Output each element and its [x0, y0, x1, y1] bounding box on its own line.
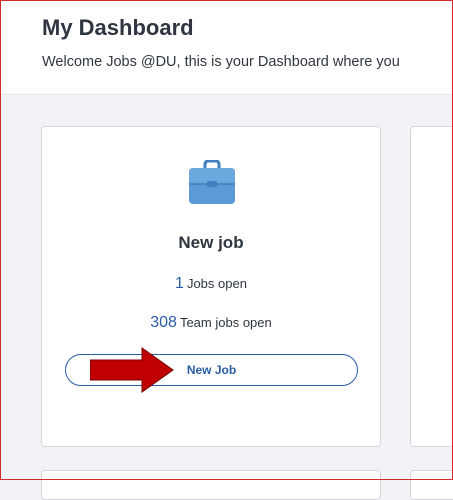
briefcase-icon: [189, 160, 235, 204]
dashboard-header: My Dashboard Welcome Jobs @DU, this is y…: [0, 0, 453, 95]
jobs-open-count[interactable]: 1: [175, 275, 184, 292]
welcome-text: Welcome Jobs @DU, this is your Dashboard…: [42, 54, 400, 70]
dashboard-card-partial: [41, 470, 381, 500]
card-title: New job: [178, 233, 244, 252]
dashboard-card-partial: [410, 470, 453, 500]
team-jobs-open-stat: 308 Team jobs open: [42, 314, 380, 332]
jobs-open-stat: 1 Jobs open: [42, 275, 380, 293]
red-arrow-icon: [90, 347, 174, 393]
dashboard-card-partial: [410, 126, 453, 447]
team-jobs-open-count[interactable]: 308: [150, 314, 177, 331]
page-title: My Dashboard: [42, 15, 194, 40]
jobs-open-label: Jobs open: [186, 276, 247, 291]
new-job-card: New job 1 Jobs open 308 Team jobs open New…: [41, 126, 381, 447]
team-jobs-open-label: Team jobs open: [179, 315, 272, 330]
